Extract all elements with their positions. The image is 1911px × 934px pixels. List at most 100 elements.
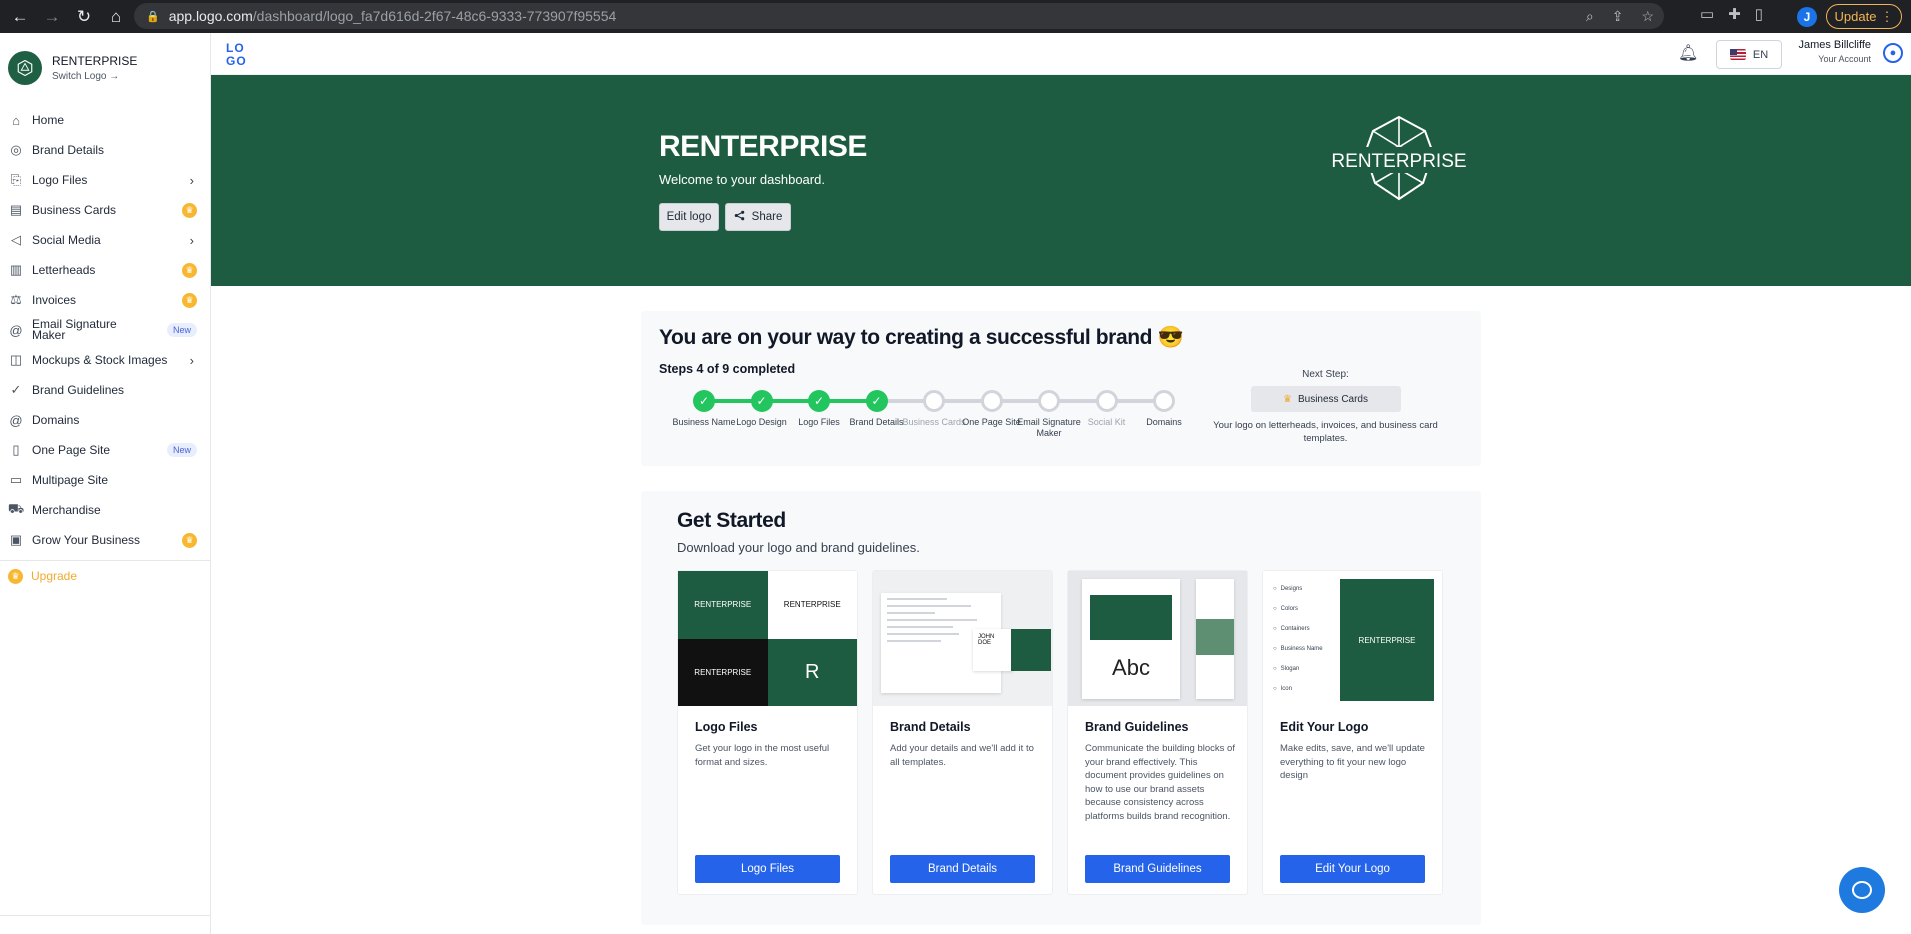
sidebar-item-label: Multipage Site [32, 473, 109, 487]
logo-variant-white: RENTERPRISE [767, 571, 857, 639]
next-step-description: Your logo on letterheads, invoices, and … [1213, 420, 1438, 444]
sidebar-item-label: Home [32, 113, 65, 127]
address-bar[interactable]: 🔒 app.logo.com/dashboard/logo_fa7d616d-2… [134, 3, 1664, 29]
sidebar-item-brand-guidelines[interactable]: ✓ Brand Guidelines [0, 375, 210, 405]
sidebar-item-multipage-site[interactable]: ▭ Multipage Site [0, 465, 210, 495]
brand-details-button[interactable]: Brand Details [890, 855, 1035, 883]
sidebar-item-social-media[interactable]: ◁ Social Media › [0, 225, 210, 255]
side-panel-icon[interactable]: ▯ [1755, 5, 1763, 23]
extensions-puzzle-icon[interactable]: ✚ [1728, 5, 1741, 23]
business-card-back [1011, 629, 1051, 671]
next-step-button[interactable]: ♛ Business Cards [1250, 386, 1401, 412]
brand-guidelines-button[interactable]: Brand Guidelines [1085, 855, 1230, 883]
editor-menu-item: ○ Slogan [1273, 666, 1300, 672]
sidebar-item-email-signature-maker[interactable]: @ Email Signature Maker New [0, 315, 210, 345]
sidebar-item-home[interactable]: ⌂ Home [0, 105, 210, 135]
browser-toolbar: ← → ↻ ⌂ 🔒 app.logo.com/dashboard/logo_fa… [0, 0, 1911, 33]
sidebar-item-merchandise[interactable]: ⛟ Merchandise [0, 495, 210, 525]
bookmark-star-icon[interactable]: ☆ [1641, 8, 1654, 25]
chat-icon [1852, 881, 1872, 899]
more-vert-icon: ⋮ [1880, 8, 1894, 24]
sidebar-item-label: Brand Details [32, 143, 105, 157]
edit-logo-button[interactable]: Edit logo [659, 203, 719, 231]
brand-name: RENTERPRISE [52, 54, 138, 68]
forward-icon[interactable]: → [38, 3, 66, 31]
crown-icon: ♛ [1283, 393, 1292, 405]
update-button[interactable]: Update ⋮ [1826, 4, 1902, 29]
zoom-icon[interactable]: ⌕ [1586, 8, 1594, 25]
sidebar-item-label: Brand Guidelines [32, 383, 125, 397]
help-chat-button[interactable] [1839, 867, 1885, 913]
chevron-right-icon: › [189, 352, 194, 368]
cart-icon: ⛟ [7, 501, 25, 516]
user-avatar-icon[interactable]: ● [1883, 43, 1903, 63]
sidebar-item-one-page-site[interactable]: ▯ One Page Site New [0, 435, 210, 465]
gift-icon: ▣ [9, 532, 23, 547]
sidebar-item-label: Email Signature Maker [32, 317, 117, 342]
sidebar-item-brand-details[interactable]: ◎ Brand Details [0, 135, 210, 165]
switch-logo-link[interactable]: Switch Logo → [52, 71, 137, 82]
sidebar-item-domains[interactable]: @ Domains [0, 405, 210, 435]
monitor-icon: ▭ [9, 472, 23, 487]
user-name: James Billcliffe [1798, 39, 1871, 51]
guideline-page-mockup: Abc [1082, 579, 1180, 699]
url-path: /dashboard/logo_fa7d616d-2f67-48c6-9333-… [252, 8, 617, 24]
step-domains[interactable]: Domains [1129, 379, 1199, 428]
logo-files-thumbnail: RENTERPRISE RENTERPRISE RENTERPRISE R [678, 571, 857, 706]
language-label: EN [1752, 48, 1769, 61]
brand-details-card: JOHN DOE Brand Details Add your details … [872, 570, 1053, 895]
extension-cast-icon[interactable]: ▭ [1700, 5, 1714, 23]
section-title: Get Started [677, 509, 786, 532]
premium-crown-icon: ♛ [182, 262, 197, 278]
edit-your-logo-button[interactable]: Edit Your Logo [1280, 855, 1425, 883]
share-button[interactable]: Share [725, 203, 791, 231]
sidebar-item-letterheads[interactable]: ▥ Letterheads ♛ [0, 255, 210, 285]
sidebar-item-invoices[interactable]: ⚖ Invoices ♛ [0, 285, 210, 315]
logo-editor-thumbnail: ○ Designs ○ Colors ○ Containers ○ Business Name… [1263, 571, 1442, 706]
crown-icon: ♛ [8, 568, 23, 584]
megaphone-icon: ◁ [11, 232, 21, 247]
editor-menu-item: ○ Containers [1273, 626, 1310, 632]
sidebar-item-label: Logo Files [32, 173, 88, 187]
language-selector[interactable]: EN [1716, 40, 1782, 69]
logo-com-logo[interactable]: LO GO [224, 40, 252, 68]
brand-switcher[interactable]: RENTERPRISE Switch Logo → [0, 33, 210, 93]
back-icon[interactable]: ← [6, 3, 34, 31]
welcome-text: Welcome to your dashboard. [659, 172, 825, 187]
sidebar-item-label: Grow Your Business [32, 533, 141, 547]
sidebar-item-label: Domains [32, 413, 80, 427]
book-icon: ▥ [9, 262, 23, 277]
check-circle-icon: ✓ [10, 382, 22, 397]
premium-crown-icon: ♛ [182, 292, 197, 308]
step-pending-icon [1095, 390, 1118, 412]
brand-logo: RENTERPRISE [1329, 113, 1469, 213]
sidebar-nav: ⌂ Home ◎ Brand Details ⎘ Logo Files › ▤ Business… [0, 105, 210, 555]
account-menu[interactable]: James Billcliffe Your Account [1789, 39, 1871, 64]
logo-variant-monogram: R [767, 638, 857, 706]
color-swatch-mockup [1196, 579, 1234, 699]
home-icon[interactable]: ⌂ [102, 3, 130, 31]
profile-avatar[interactable]: J [1797, 7, 1817, 27]
divider [0, 915, 210, 916]
sidebar-item-label: Mockups & Stock Images [32, 353, 168, 367]
card-title: Brand Guidelines [1085, 720, 1189, 734]
share-page-icon[interactable]: ⇪ [1612, 8, 1624, 25]
reload-icon[interactable]: ↻ [70, 3, 98, 31]
sidebar-item-upgrade[interactable]: ♛ Upgrade [0, 561, 210, 591]
logo-files-button[interactable]: Logo Files [695, 855, 840, 883]
sidebar-item-grow-your-business[interactable]: ▣ Grow Your Business ♛ [0, 525, 210, 555]
sidebar-item-label: Letterheads [32, 263, 96, 277]
sidebar-item-business-cards[interactable]: ▤ Business Cards ♛ [0, 195, 210, 225]
update-label: Update [1834, 9, 1877, 24]
sidebar-item-label: Business Cards [32, 203, 117, 217]
sidebar-item-logo-files[interactable]: ⎘ Logo Files › [0, 165, 210, 195]
edit-logo-label: Edit logo [666, 211, 712, 223]
brand-guidelines-thumbnail: Abc [1068, 571, 1247, 706]
sidebar-item-label: Invoices [32, 293, 77, 307]
user-circle-icon: ◎ [10, 142, 22, 157]
new-badge: New [166, 443, 197, 457]
sidebar-item-mockups-stock-images[interactable]: ◫ Mockups & Stock Images › [0, 345, 210, 375]
step-check-icon: ✓ [750, 390, 773, 412]
notification-bell-icon[interactable]: 🔔︎ [1678, 43, 1698, 63]
section-subtitle: Download your logo and brand guidelines. [677, 540, 920, 555]
